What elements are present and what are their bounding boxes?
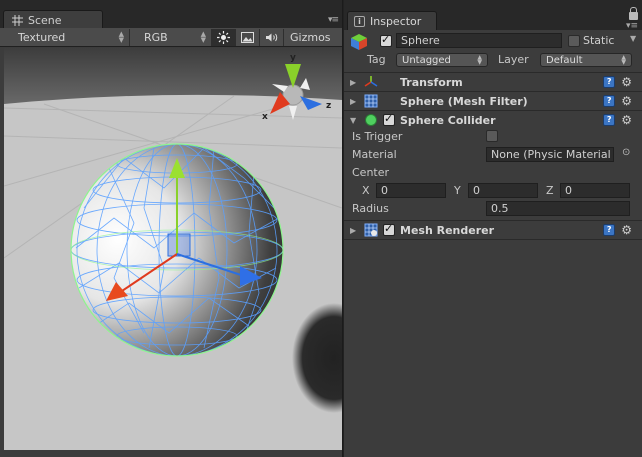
center-z-field[interactable]: 0 bbox=[560, 183, 630, 198]
is-trigger-label: Is Trigger bbox=[352, 130, 403, 143]
tag-dropdown[interactable]: Untagged ▲ ▼ bbox=[396, 53, 488, 67]
static-dropdown-icon[interactable]: ▼ bbox=[630, 34, 636, 43]
component-transform[interactable]: ▶ Transform ? ⚙ bbox=[344, 72, 642, 91]
scene-toolbar: Textured ▲ ▼ RGB ▲ ▼ Gizmos bbox=[0, 28, 342, 47]
sun-icon bbox=[217, 30, 230, 44]
scene-audio-button[interactable] bbox=[260, 28, 284, 46]
scene-render: y x z bbox=[4, 48, 342, 450]
layer-label: Layer bbox=[498, 53, 529, 66]
center-x-field[interactable]: 0 bbox=[376, 183, 446, 198]
center-xyz-row: X 0 Y 0 Z 0 bbox=[352, 182, 634, 199]
collider-enabled-checkbox[interactable] bbox=[383, 112, 395, 126]
help-icon[interactable]: ? bbox=[603, 95, 616, 107]
inspector-panel: i Inspector ▾≡ Sphere Static ▼ Tag Untag… bbox=[344, 0, 642, 457]
component-controls: ? ⚙ bbox=[603, 114, 632, 126]
sphere-collider-title: Sphere Collider bbox=[400, 113, 496, 127]
tab-scene[interactable]: Scene bbox=[3, 10, 103, 28]
gear-icon[interactable]: ⚙ bbox=[621, 114, 632, 126]
gear-icon[interactable]: ⚙ bbox=[621, 95, 632, 107]
gear-icon[interactable]: ⚙ bbox=[621, 76, 632, 88]
orientation-y-label: y bbox=[290, 53, 296, 63]
component-divider bbox=[344, 239, 642, 240]
mesh-grid-icon bbox=[364, 94, 378, 108]
cube-icon bbox=[351, 34, 367, 50]
radius-row: Radius 0.5 bbox=[352, 200, 634, 217]
help-icon[interactable]: ? bbox=[603, 76, 616, 88]
gear-icon[interactable]: ⚙ bbox=[621, 224, 632, 236]
material-field[interactable]: None (Physic Material bbox=[486, 147, 614, 162]
component-sphere-collider[interactable]: ▼ Sphere Collider ? ⚙ bbox=[344, 110, 642, 129]
gizmos-dropdown[interactable]: Gizmos bbox=[284, 31, 337, 44]
scene-tab-menu-icon[interactable]: ▾≡ bbox=[328, 15, 339, 25]
shading-mode-dropdown[interactable]: Textured ▲ ▼ bbox=[0, 28, 130, 46]
tag-label: Tag bbox=[367, 53, 386, 66]
dropdown-arrows-icon: ▲ ▼ bbox=[200, 30, 206, 44]
lock-icon[interactable] bbox=[629, 7, 638, 20]
dropdown-arrows-icon: ▲ ▼ bbox=[621, 54, 626, 66]
mesh-renderer-title: Mesh Renderer bbox=[400, 223, 495, 237]
radius-label: Radius bbox=[352, 202, 389, 215]
center-x-label: X bbox=[362, 184, 370, 197]
help-icon[interactable]: ? bbox=[603, 224, 616, 236]
component-mesh-filter[interactable]: ▶ Sphere (Mesh Filter) ? ⚙ bbox=[344, 91, 642, 110]
orientation-z-label: z bbox=[326, 101, 331, 111]
grid-icon bbox=[12, 15, 23, 26]
tab-scene-label: Scene bbox=[28, 14, 62, 27]
object-picker-icon[interactable]: ⊙ bbox=[622, 147, 630, 158]
speaker-icon bbox=[265, 33, 277, 41]
layer-value: Default bbox=[546, 54, 583, 66]
dropdown-arrows-icon: ▲ ▼ bbox=[477, 54, 482, 66]
radius-field[interactable]: 0.5 bbox=[486, 201, 630, 216]
scene-viewport[interactable]: y x z bbox=[4, 48, 342, 450]
mesh-renderer-icon bbox=[364, 223, 378, 237]
inspector-tabbar: i Inspector ▾≡ bbox=[344, 0, 642, 31]
gameobject-active-checkbox[interactable] bbox=[380, 33, 392, 47]
image-icon bbox=[241, 31, 254, 43]
layer-dropdown[interactable]: Default ▲ ▼ bbox=[540, 53, 632, 67]
gizmo-plane-handle[interactable] bbox=[167, 233, 191, 257]
sphere-collider-icon bbox=[365, 114, 377, 126]
tag-value: Untagged bbox=[402, 54, 451, 66]
static-label: Static bbox=[583, 34, 615, 47]
transform-title: Transform bbox=[400, 75, 463, 89]
center-label: Center bbox=[352, 166, 390, 179]
help-icon[interactable]: ? bbox=[603, 114, 616, 126]
is-trigger-checkbox[interactable] bbox=[486, 130, 498, 142]
material-row: Material None (Physic Material ⊙ bbox=[352, 146, 634, 163]
center-y-field[interactable]: 0 bbox=[468, 183, 538, 198]
is-trigger-row: Is Trigger bbox=[352, 128, 634, 145]
scene-fx-button[interactable] bbox=[236, 28, 260, 46]
render-mode-dropdown[interactable]: RGB ▲ ▼ bbox=[130, 28, 212, 46]
foldout-open-icon[interactable]: ▼ bbox=[350, 116, 358, 125]
component-controls: ? ⚙ bbox=[603, 95, 632, 107]
dropdown-arrows-icon: ▲ ▼ bbox=[118, 30, 124, 44]
orientation-x-label: x bbox=[262, 112, 268, 122]
foldout-closed-icon[interactable]: ▶ bbox=[350, 97, 358, 106]
material-label: Material bbox=[352, 148, 397, 161]
component-mesh-renderer[interactable]: ▶ Mesh Renderer ? ⚙ bbox=[344, 220, 642, 239]
info-icon: i bbox=[354, 15, 365, 27]
render-mode-value: RGB bbox=[144, 30, 168, 44]
tab-inspector-label: Inspector bbox=[370, 14, 422, 28]
static-checkbox[interactable] bbox=[568, 35, 580, 47]
foldout-closed-icon[interactable]: ▶ bbox=[350, 78, 358, 87]
scene-lighting-button[interactable] bbox=[212, 28, 236, 46]
shading-mode-value: Textured bbox=[18, 30, 66, 44]
mesh-filter-title: Sphere (Mesh Filter) bbox=[400, 94, 528, 108]
inspector-tab-controls: ▾≡ bbox=[626, 7, 638, 31]
center-z-label: Z bbox=[546, 184, 554, 197]
scene-tabbar: Scene ▾≡ bbox=[0, 0, 342, 28]
mesh-renderer-enabled-checkbox[interactable] bbox=[383, 222, 395, 236]
gameobject-header: Sphere Static ▼ Tag Untagged ▲▼ Layer De… bbox=[344, 30, 642, 72]
component-controls: ? ⚙ bbox=[603, 224, 632, 236]
center-row: Center bbox=[352, 164, 634, 181]
tab-inspector[interactable]: i Inspector bbox=[347, 11, 437, 30]
component-controls: ? ⚙ bbox=[603, 76, 632, 88]
scene-panel: Scene ▾≡ Textured ▲ ▼ RGB ▲ ▼ Gizmos y x… bbox=[0, 0, 343, 457]
foldout-closed-icon[interactable]: ▶ bbox=[350, 226, 358, 235]
transform-icon bbox=[364, 76, 378, 87]
gameobject-name-field[interactable]: Sphere bbox=[396, 33, 562, 48]
center-y-label: Y bbox=[454, 184, 461, 197]
